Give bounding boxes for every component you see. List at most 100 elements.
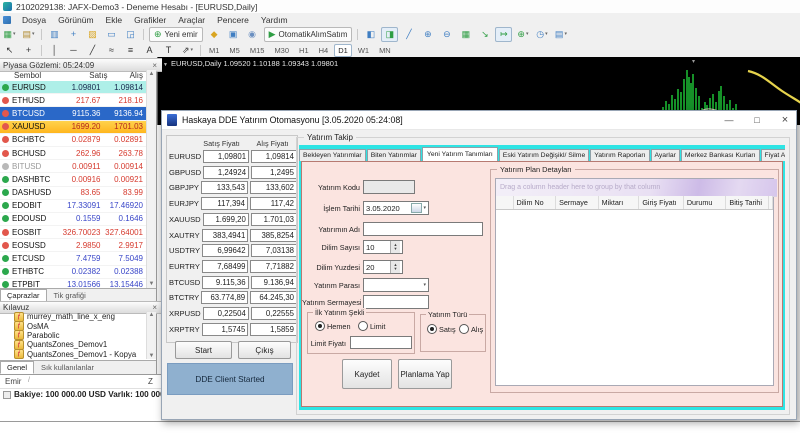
close-button[interactable]: × — [773, 111, 797, 128]
tab-biten-yat-r-mlar[interactable]: Biten Yatırımlar — [367, 149, 421, 161]
column-zaman[interactable]: Z — [148, 377, 153, 386]
market-watch-row[interactable]: BITUSD0.009110.00914 — [0, 160, 147, 173]
fibonacci-icon[interactable]: ≡ — [122, 43, 139, 58]
spinner-arrows-icon[interactable]: ▲▼ — [390, 261, 400, 273]
line-chart-icon[interactable]: ╱ — [400, 27, 417, 42]
grid-group-by-bar[interactable]: Drag a column header here to group by th… — [496, 179, 777, 197]
terminal-window-icon[interactable]: ▭ — [103, 27, 120, 42]
auto-scroll-icon[interactable]: ↘ — [476, 27, 493, 42]
calendar-icon[interactable] — [411, 203, 422, 213]
yatirim-kodu-field[interactable] — [363, 180, 415, 194]
text-label-icon[interactable]: T — [160, 43, 177, 58]
menu-item-ekle[interactable]: Ekle — [100, 15, 129, 25]
strategy-tester-icon[interactable]: ◲ — [122, 27, 139, 42]
market-watch-row[interactable]: DASHBTC0.009160.00921 — [0, 173, 147, 186]
kaydet-button[interactable]: Kaydet — [342, 359, 392, 389]
navigator-item[interactable]: ƒQuantsZones_Demov1 — [0, 340, 147, 349]
tab-s-k-kullan-lanlar[interactable]: Sık kullanılanlar — [34, 361, 101, 374]
planlama-yap-button[interactable]: Planlama Yap — [398, 359, 452, 389]
timeframe-h1[interactable]: H1 — [295, 44, 313, 57]
market-watch-row[interactable]: EOSBIT326.70023327.64001 — [0, 226, 147, 239]
menu-item-dosya[interactable]: Dosya — [16, 15, 52, 25]
tab-eski-yat-r-m-de-i-ikl-silme[interactable]: Eski Yatırım Değişikl/ Silme — [499, 149, 589, 161]
menu-item-yard-m[interactable]: Yardım — [255, 15, 294, 25]
market-watch-row[interactable]: XAUUSD1699.201701.03 — [0, 121, 147, 134]
limit-fiyati-field[interactable] — [350, 336, 412, 349]
tab-fiyat-alarm[interactable]: Fiyat Alarmı — [761, 149, 785, 161]
market-watch-row[interactable]: ETCUSD7.47597.5049 — [0, 252, 147, 265]
vertical-line-icon[interactable]: │ — [46, 43, 63, 58]
navigator-item[interactable]: ƒQuantsZones_Demov1 - Kopya — [0, 350, 147, 359]
scroll-up-icon[interactable]: ▲ — [147, 312, 156, 318]
expand-box-icon[interactable] — [3, 391, 11, 399]
text-icon[interactable]: A — [141, 43, 158, 58]
grid-column-giri-fiyat[interactable]: Giriş Fiyatı — [639, 196, 684, 209]
chevron-down-icon[interactable]: ▾ — [526, 32, 529, 37]
arrows-icon[interactable]: ⇗▾ — [179, 43, 196, 58]
yatirim-parasi-combo[interactable]: ▾ — [363, 278, 429, 292]
yatirimin-adi-field[interactable] — [363, 222, 483, 236]
horizontal-line-icon[interactable]: ─ — [65, 43, 82, 58]
cursor-icon[interactable]: ↖ — [1, 43, 18, 58]
market-watch-row[interactable]: BCHBTC0.028790.02891 — [0, 134, 147, 147]
chevron-down-icon[interactable]: ▾ — [32, 32, 35, 37]
close-icon[interactable]: × — [150, 61, 159, 70]
tab-ayarlar[interactable]: Ayarlar — [651, 149, 680, 161]
templates-icon[interactable]: ▤▾ — [552, 27, 569, 42]
chevron-down-icon[interactable]: ▾ — [191, 48, 194, 53]
navigator-item[interactable]: ƒmurrey_math_line_x_eng — [0, 312, 147, 321]
channel-icon[interactable]: ≈ — [103, 43, 120, 58]
menu-item-ara-lar[interactable]: Araçlar — [172, 15, 211, 25]
profiles-icon[interactable]: ▤▾ — [20, 27, 37, 42]
chevron-down-icon[interactable]: ▾ — [545, 32, 548, 37]
maximize-button[interactable]: □ — [745, 111, 769, 128]
timeframe-m1[interactable]: M1 — [205, 44, 223, 57]
menu-item-pencere[interactable]: Pencere — [211, 15, 255, 25]
market-watch-row[interactable]: DASHUSD83.6583.99 — [0, 187, 147, 200]
candlestick-chart-icon[interactable]: ◨ — [381, 27, 398, 42]
yatirim-sermayesi-field[interactable] — [363, 295, 429, 309]
tab-yeni-yat-r-m-tan-mlar[interactable]: Yeni Yatırım Tanımları — [422, 147, 498, 161]
grid-column-dilim-no[interactable]: Dilim No — [514, 196, 557, 209]
tile-windows-icon[interactable]: ▦ — [457, 27, 474, 42]
community-icon[interactable]: ◉ — [244, 27, 261, 42]
market-watch-row[interactable]: EOSUSD2.98502.9917 — [0, 239, 147, 252]
hemen-radio[interactable]: Hemen — [313, 321, 351, 331]
market-watch-row[interactable]: ETHUSD217.67218.16 — [0, 94, 147, 107]
navigator-icon[interactable]: ▨ — [84, 27, 101, 42]
zoom-out-icon[interactable]: ⊖ — [438, 27, 455, 42]
column-alis[interactable]: Alış — [112, 71, 148, 80]
dilim-yuzdesi-stepper[interactable]: 20 ▲▼ — [363, 260, 403, 274]
column-satis[interactable]: Satış — [76, 71, 112, 80]
scroll-up-icon[interactable]: ▲ — [147, 71, 156, 77]
spinner-arrows-icon[interactable]: ▲▼ — [390, 241, 400, 253]
grid-column-miktar[interactable]: Miktarı — [599, 196, 640, 209]
timeframe-m15[interactable]: M15 — [246, 44, 269, 57]
menu-item-g-r-n-m[interactable]: Görünüm — [52, 15, 99, 25]
new-order-button[interactable]: ⊕Yeni emir — [149, 27, 203, 42]
dilim-sayisi-stepper[interactable]: 10 ▲▼ — [363, 240, 403, 254]
terminal-column-header[interactable]: Emir / Z — [0, 377, 161, 389]
exit-button[interactable]: Çıkış — [238, 341, 291, 359]
timeframe-mn[interactable]: MN — [375, 44, 395, 57]
grid-column-biti-tarihi[interactable]: Bitiş Tarihi — [726, 196, 769, 209]
timeframe-d1[interactable]: D1 — [334, 44, 352, 57]
menu-item-grafikler[interactable]: Grafikler — [128, 15, 172, 25]
timeframe-h4[interactable]: H4 — [315, 44, 333, 57]
market-watch-row[interactable]: EURUSD1.098011.09814 — [0, 81, 147, 94]
market-watch-row[interactable]: ETHBTC0.023820.02388 — [0, 266, 147, 279]
chevron-down-icon[interactable]: ▾ — [423, 282, 426, 288]
bar-chart-icon[interactable]: ◧ — [362, 27, 379, 42]
market-watch-row[interactable]: BTCUSD9115.369136.94 — [0, 107, 147, 120]
market-watch-scrollbar[interactable]: ▲▼ — [146, 70, 156, 288]
satis-radio[interactable]: Satış — [425, 324, 456, 334]
scroll-down-icon[interactable]: ▼ — [147, 281, 156, 287]
timeframe-m30[interactable]: M30 — [270, 44, 293, 57]
autotrade-button[interactable]: ▶OtomatikAlımSatım — [264, 27, 353, 42]
market-watch-row[interactable]: EDOUSD0.15590.1646 — [0, 213, 147, 226]
chevron-down-icon[interactable]: ▾ — [13, 32, 16, 37]
chevron-down-icon[interactable]: ▾ — [564, 32, 567, 37]
grid-column-tarih[interactable]: Tarih — [769, 196, 773, 209]
timeframe-m5[interactable]: M5 — [225, 44, 243, 57]
column-emir[interactable]: Emir — [5, 377, 21, 386]
